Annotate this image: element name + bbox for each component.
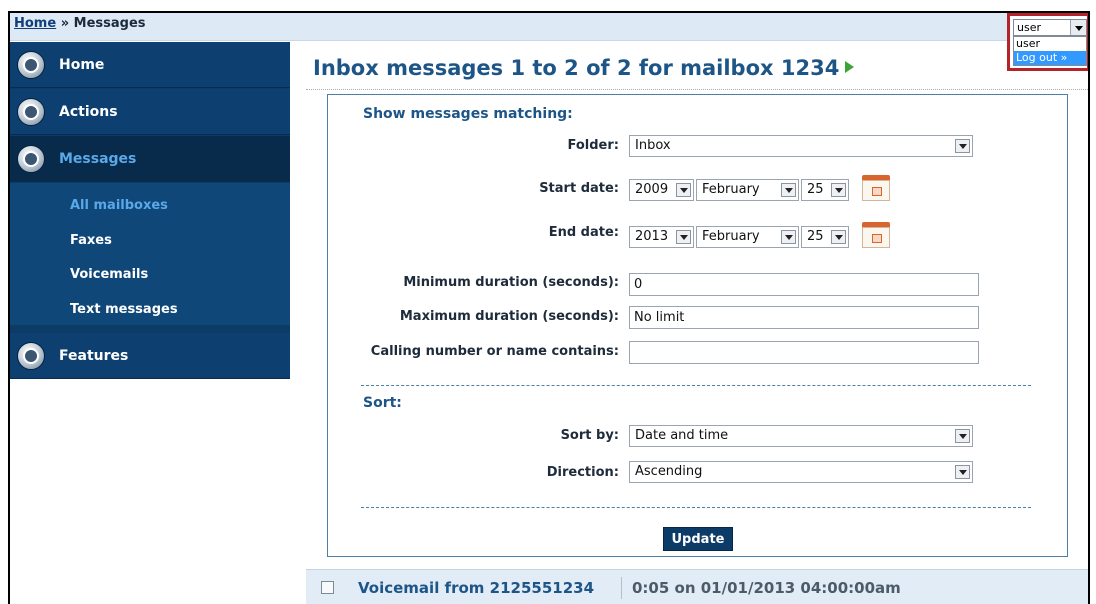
end-year-select[interactable]: 2013 — [629, 226, 694, 248]
app-frame: Home » Messages user user Log out » Home… — [8, 11, 1090, 604]
breadcrumb: Home » Messages — [14, 16, 146, 31]
sidebar-item-label: Home — [59, 56, 105, 73]
folder-label: Folder: — [567, 138, 619, 153]
sidebar-item-messages[interactable]: Messages — [10, 136, 290, 182]
go-arrow-icon[interactable] — [845, 61, 855, 73]
end-date-label: End date: — [548, 225, 619, 240]
title-divider — [306, 89, 1088, 90]
end-month-value: February — [702, 229, 760, 244]
end-month-select[interactable]: February — [696, 226, 799, 248]
message-separator — [621, 577, 622, 599]
messages-icon — [17, 144, 45, 173]
sidebar-item-label: Actions — [59, 103, 118, 120]
calling-number-label: Calling number or name contains: — [370, 344, 619, 359]
filter-heading: Show messages matching: — [363, 106, 573, 122]
start-date-label: Start date: — [539, 181, 619, 196]
breadcrumb-home-link[interactable]: Home — [14, 16, 56, 31]
chevron-down-icon[interactable] — [781, 230, 796, 244]
section-divider — [361, 507, 1031, 508]
logout-option[interactable]: Log out » — [1014, 51, 1086, 65]
chevron-down-icon[interactable] — [1070, 20, 1086, 35]
section-divider — [361, 385, 1031, 386]
subnav-voicemails[interactable]: Voicemails — [70, 267, 148, 282]
breadcrumb-current: Messages — [73, 16, 146, 31]
breadcrumb-separator: » — [60, 16, 70, 31]
sidebar-item-actions[interactable]: Actions — [10, 89, 290, 135]
message-title-link[interactable]: Voicemail from 2125551234 — [358, 579, 594, 597]
chevron-down-icon[interactable] — [955, 139, 970, 153]
user-select-value: user — [1017, 21, 1041, 34]
max-duration-label: Maximum duration (seconds): — [399, 309, 619, 324]
sidebar-item-label: Features — [59, 347, 129, 364]
start-month-select[interactable]: February — [696, 179, 799, 201]
sort-by-value: Date and time — [635, 428, 729, 443]
subnav-all-mailboxes[interactable]: All mailboxes — [70, 198, 168, 213]
start-day-value: 25 — [807, 182, 824, 197]
subnav-faxes[interactable]: Faxes — [70, 233, 112, 248]
direction-select[interactable]: Ascending — [629, 461, 973, 483]
chevron-down-icon[interactable] — [955, 465, 970, 479]
home-icon — [17, 50, 45, 79]
message-row[interactable]: Voicemail from 2125551234 0:05 on 01/01/… — [306, 569, 1088, 604]
user-options-list: user Log out » — [1013, 36, 1087, 66]
page-title-text: Inbox messages 1 to 2 of 2 for mailbox 1… — [313, 56, 840, 80]
chevron-down-icon[interactable] — [831, 230, 846, 244]
sidebar-item-features[interactable]: Features — [10, 333, 290, 379]
calling-number-input[interactable] — [629, 341, 979, 364]
chevron-down-icon[interactable] — [676, 183, 691, 197]
direction-label: Direction: — [546, 465, 619, 480]
user-option[interactable]: user — [1014, 37, 1086, 51]
update-button[interactable]: Update — [663, 527, 733, 551]
end-day-select[interactable]: 25 — [801, 226, 849, 248]
chevron-down-icon[interactable] — [676, 230, 691, 244]
filter-panel: Show messages matching: Folder: Inbox St… — [327, 94, 1068, 557]
page-title: Inbox messages 1 to 2 of 2 for mailbox 1… — [313, 56, 855, 80]
direction-value: Ascending — [635, 464, 703, 479]
message-checkbox[interactable] — [321, 581, 334, 594]
end-day-value: 25 — [807, 229, 824, 244]
sort-by-select[interactable]: Date and time — [629, 425, 973, 447]
end-year-value: 2013 — [635, 229, 669, 244]
start-year-value: 2009 — [635, 182, 669, 197]
user-select[interactable]: user — [1013, 19, 1087, 36]
chevron-down-icon[interactable] — [781, 183, 796, 197]
end-calendar-icon[interactable] — [862, 222, 890, 248]
start-calendar-icon[interactable] — [862, 175, 890, 201]
sidebar-item-home[interactable]: Home — [10, 42, 290, 88]
min-duration-label: Minimum duration (seconds): — [403, 275, 619, 290]
chevron-down-icon[interactable] — [831, 183, 846, 197]
start-day-select[interactable]: 25 — [801, 179, 849, 201]
start-year-select[interactable]: 2009 — [629, 179, 694, 201]
sidebar: Home Actions Messages All mailboxes Faxe… — [10, 42, 290, 379]
top-bar: Home » Messages — [10, 13, 1088, 41]
max-duration-input[interactable]: No limit — [629, 306, 979, 329]
user-menu: user user Log out » — [1007, 13, 1088, 71]
sidebar-subnav: All mailboxes Faxes Voicemails Text mess… — [10, 183, 290, 325]
start-month-value: February — [702, 182, 760, 197]
chevron-down-icon[interactable] — [955, 429, 970, 443]
folder-select-value: Inbox — [635, 138, 671, 153]
features-icon — [17, 341, 45, 370]
sort-heading: Sort: — [363, 395, 402, 411]
min-duration-input[interactable]: 0 — [629, 273, 979, 296]
subnav-text-messages[interactable]: Text messages — [70, 302, 178, 317]
sidebar-item-label: Messages — [59, 150, 137, 167]
actions-icon — [17, 97, 45, 126]
folder-select[interactable]: Inbox — [629, 135, 973, 157]
message-meta: 0:05 on 01/01/2013 04:00:00am — [632, 579, 901, 597]
sort-by-label: Sort by: — [560, 428, 619, 443]
